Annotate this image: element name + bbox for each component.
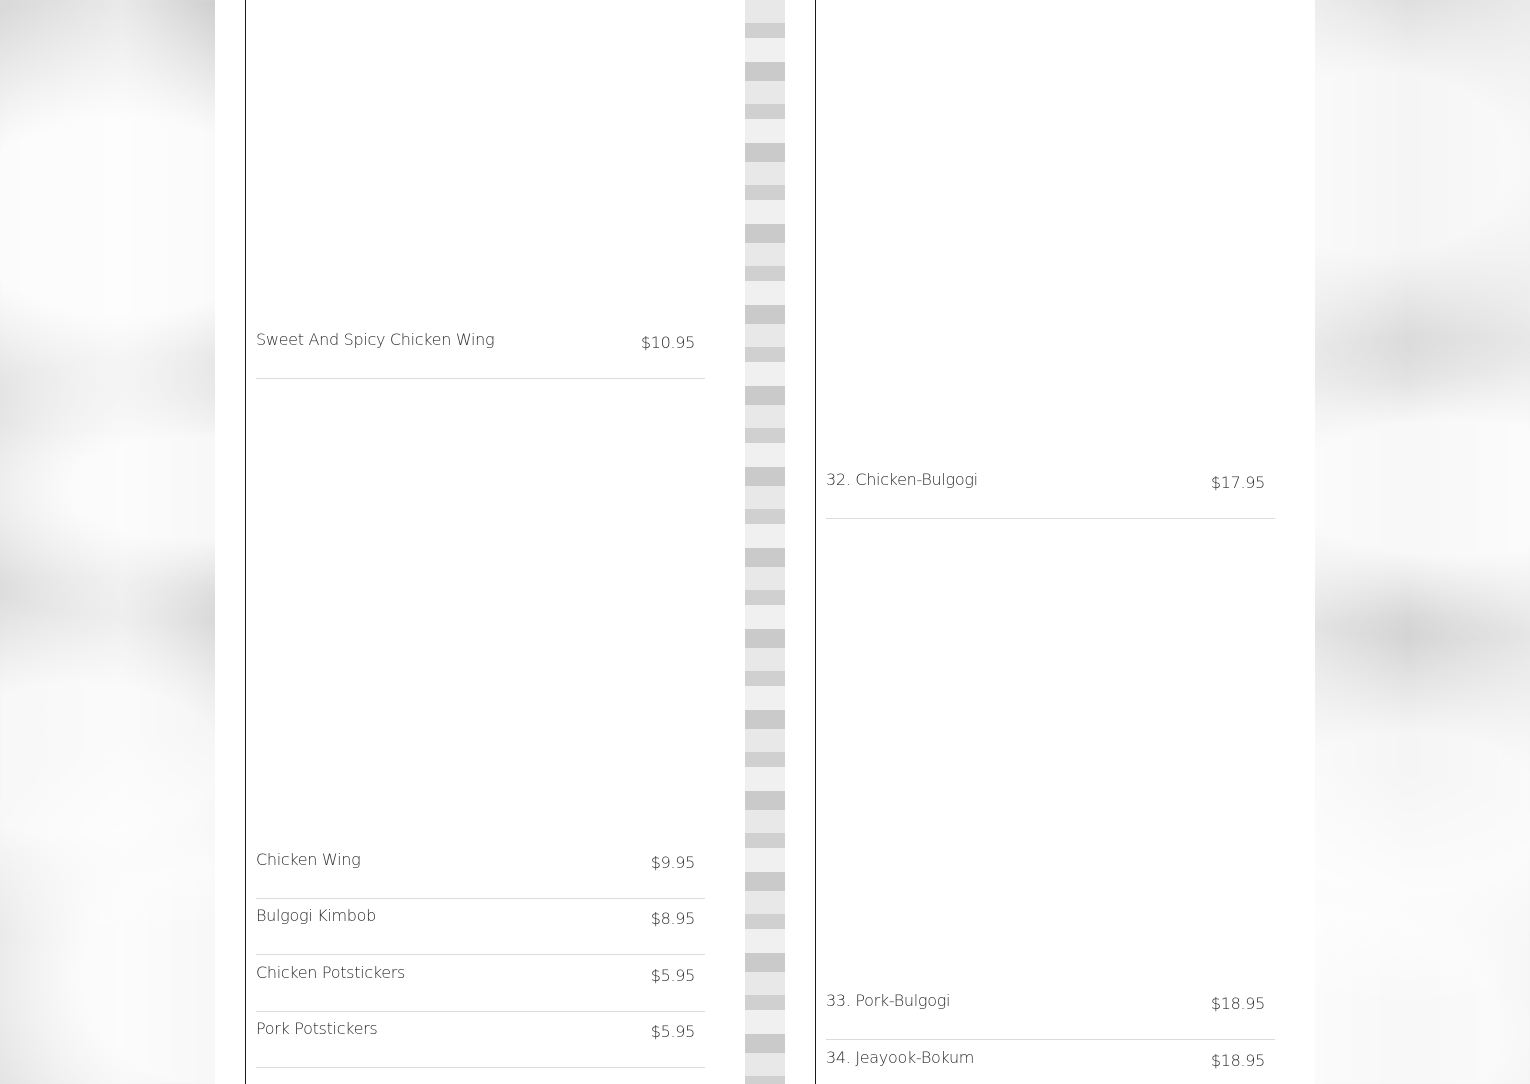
menu-item[interactable]: Chicken Wing $9.95 xyxy=(256,842,705,899)
menu-item-price: $10.95 xyxy=(640,333,695,352)
menu-item-price: $17.95 xyxy=(1210,473,1265,492)
menu-item[interactable]: 34. Jeayook-Bokum $18.95 xyxy=(826,1040,1275,1084)
menu-item[interactable]: Sweet And Spicy Chicken Wing $10.95 xyxy=(256,322,705,379)
menu-item-price: $5.95 xyxy=(650,966,696,985)
menu-item[interactable]: 32. Chicken-Bulgogi $17.95 xyxy=(826,462,1275,519)
menu-item-name: Bulgogi Kimbob xyxy=(256,906,377,925)
menu-item[interactable]: Chicken Potstickers $5.95 xyxy=(256,955,705,1012)
panel-divider-line xyxy=(815,0,816,1084)
menu-item-name: Sweet And Spicy Chicken Wing xyxy=(256,330,495,349)
menu-item-name: Pork Potstickers xyxy=(256,1019,378,1038)
background-gutter xyxy=(745,0,785,1084)
menu-item[interactable]: Pork Potstickers $5.95 xyxy=(256,1011,705,1068)
menu-item-name: Chicken Wing xyxy=(256,850,361,869)
menu-item-name: Chicken Potstickers xyxy=(256,963,406,982)
panel-divider-line xyxy=(245,0,246,1084)
menu-item[interactable]: 33. Pork-Bulgogi $18.95 xyxy=(826,983,1275,1040)
menu-item-price: $8.95 xyxy=(650,909,696,928)
menu-item-price: $18.95 xyxy=(1210,994,1265,1013)
menu-item-price: $9.95 xyxy=(650,853,696,872)
menu-item-name: 34. Jeayook-Bokum xyxy=(826,1048,975,1067)
menu-item-name: 32. Chicken-Bulgogi xyxy=(826,470,978,489)
menu-item[interactable]: Bulgogi Kimbob $8.95 xyxy=(256,898,705,955)
menu-panel-right: 32. Chicken-Bulgogi $17.95 33. Pork-Bulg… xyxy=(785,0,1315,1084)
menu-panel-left: Sweet And Spicy Chicken Wing $10.95 Chic… xyxy=(215,0,745,1084)
menu-item-price: $5.95 xyxy=(650,1022,696,1041)
menu-item-name: 33. Pork-Bulgogi xyxy=(826,991,951,1010)
menu-item-price: $18.95 xyxy=(1210,1051,1265,1070)
